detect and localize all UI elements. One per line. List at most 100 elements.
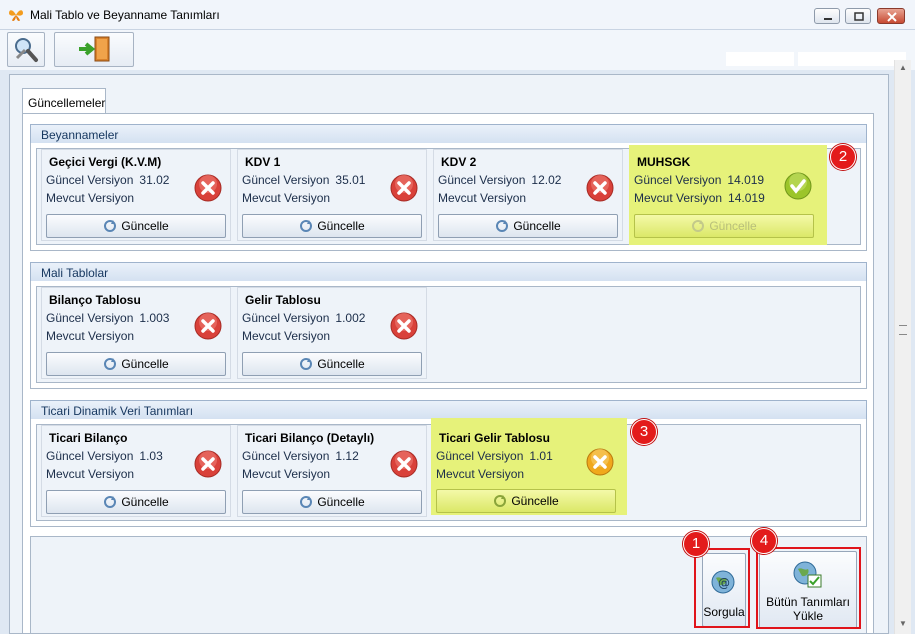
existing-version-label: Mevcut Versiyon (242, 329, 331, 343)
current-version-value: 31.02 (139, 173, 170, 187)
window-title: Mali Tablo ve Beyanname Tanımları (30, 8, 220, 22)
current-version-row: Güncel Versiyon 1.12 (242, 449, 359, 463)
card-gelir-tablosu: Gelir Tablosu Güncel Versiyon 1.002 Mevcu… (237, 287, 427, 379)
card-bilanco-tablosu: Bilanço Tablosu Güncel Versiyon 1.003 Mev… (41, 287, 231, 379)
current-version-value: 14.019 (727, 173, 765, 187)
callout-box-1 (694, 548, 750, 628)
update-button[interactable]: Güncelle (46, 214, 226, 238)
update-label: Güncelle (121, 219, 169, 233)
existing-version-row: Mevcut Versiyon (436, 467, 530, 481)
existing-version-row: Mevcut Versiyon 14.019 (634, 191, 765, 205)
update-button[interactable]: Güncelle (46, 352, 226, 376)
update-label: Güncelle (511, 494, 559, 508)
current-version-row: Güncel Versiyon 1.002 (242, 311, 365, 325)
card-ticari-bilanco: Ticari Bilanço Güncel Versiyon 1.03 Mevcu… (41, 425, 231, 517)
callout-badge-4: 4 (751, 528, 777, 554)
existing-version-label: Mevcut Versiyon (46, 191, 135, 205)
warning-cross-icon (586, 448, 614, 476)
update-label: Güncelle (317, 495, 365, 509)
update-label: Güncelle (317, 357, 365, 371)
current-version-label: Güncel Versiyon (46, 311, 134, 325)
error-icon (194, 174, 222, 202)
existing-version-row: Mevcut Versiyon (242, 329, 336, 343)
section-header-mali-tablolar: Mali Tablolar (30, 262, 867, 282)
minimize-icon (815, 9, 839, 23)
existing-version-label: Mevcut Versiyon (436, 467, 525, 481)
existing-version-row: Mevcut Versiyon (242, 467, 336, 481)
existing-version-label: Mevcut Versiyon (46, 467, 135, 481)
callout-badge-2: 2 (830, 144, 856, 170)
existing-version-value: 14.019 (728, 191, 765, 205)
scroll-up-icon[interactable]: ▲ (898, 64, 908, 72)
update-label: Güncelle (709, 219, 757, 233)
error-icon (390, 450, 418, 478)
existing-version-label: Mevcut Versiyon (46, 329, 135, 343)
minimize-button[interactable] (814, 8, 840, 24)
update-button[interactable]: Güncelle (242, 214, 422, 238)
current-version-row: Güncel Versiyon 14.019 (634, 173, 764, 187)
current-version-value: 1.01 (529, 449, 553, 463)
error-icon (194, 450, 222, 478)
wrench-magnifier-icon (15, 38, 38, 62)
current-version-row: Güncel Versiyon 1.003 (46, 311, 169, 325)
card-title: Gelir Tablosu (245, 293, 321, 307)
update-button[interactable]: Güncelle (634, 214, 814, 238)
butterfly-app-icon (9, 10, 23, 21)
error-icon (194, 312, 222, 340)
current-version-label: Güncel Versiyon (242, 449, 330, 463)
close-button[interactable] (877, 8, 905, 24)
tab-guncellemeler[interactable]: Güncellemeler (22, 88, 106, 114)
card-title: Ticari Gelir Tablosu (439, 431, 550, 445)
update-button[interactable]: Güncelle (436, 489, 616, 513)
existing-version-label: Mevcut Versiyon (242, 467, 331, 481)
current-version-row: Güncel Versiyon 12.02 (438, 173, 561, 187)
scroll-down-icon[interactable]: ▼ (898, 620, 908, 628)
error-icon (390, 174, 418, 202)
vertical-scrollbar[interactable]: ▲ ▼ (894, 60, 911, 634)
current-version-row: Güncel Versiyon 1.03 (46, 449, 163, 463)
update-button[interactable]: Güncelle (242, 352, 422, 376)
update-button[interactable]: Güncelle (46, 490, 226, 514)
update-label: Güncelle (121, 357, 169, 371)
update-label: Güncelle (513, 219, 561, 233)
card-muhsgk: MUHSGK Güncel Versiyon 14.019 Mevcut Vers… (629, 145, 827, 245)
current-version-label: Güncel Versiyon (46, 173, 134, 187)
card-title: Bilanço Tablosu (49, 293, 141, 307)
card-title: KDV 1 (245, 155, 281, 169)
error-icon (586, 174, 614, 202)
update-label: Güncelle (317, 219, 365, 233)
card-gecici-vergi: Geçici Vergi (K.V.M) Güncel Versiyon 31.0… (41, 149, 231, 241)
maximize-icon (846, 9, 870, 23)
maximize-button[interactable] (845, 8, 871, 24)
existing-version-label: Mevcut Versiyon (242, 191, 331, 205)
current-version-label: Güncel Versiyon (242, 173, 330, 187)
card-ticari-gelir-tablosu: Ticari Gelir Tablosu Güncel Versiyon 1.01… (431, 418, 627, 515)
current-version-value: 1.12 (335, 449, 359, 463)
update-button[interactable]: Güncelle (438, 214, 618, 238)
current-version-value: 35.01 (335, 173, 366, 187)
current-version-label: Güncel Versiyon (242, 311, 330, 325)
toolbar (0, 30, 915, 70)
settings-tool-button[interactable] (7, 32, 45, 67)
existing-version-label: Mevcut Versiyon (634, 191, 723, 205)
section-header-ticari-dinamik: Ticari Dinamik Veri Tanımları (30, 400, 867, 420)
update-button[interactable]: Güncelle (242, 490, 422, 514)
exit-tool-button[interactable] (54, 32, 134, 67)
error-icon (390, 312, 418, 340)
current-version-value: 12.02 (531, 173, 562, 187)
section-mali-tablolar: Bilanço Tablosu Güncel Versiyon 1.003 Mev… (30, 281, 867, 389)
current-version-label: Güncel Versiyon (634, 173, 722, 187)
section-header-beyannameler: Beyannameler (30, 124, 867, 144)
refresh-icon (494, 495, 507, 507)
current-version-row: Güncel Versiyon 35.01 (242, 173, 365, 187)
refresh-icon (104, 358, 117, 370)
status-strip (726, 52, 794, 66)
callout-badge-3: 3 (631, 419, 657, 445)
exit-door-icon (79, 36, 110, 62)
refresh-icon (300, 496, 313, 508)
refresh-icon (104, 220, 117, 232)
card-title: KDV 2 (441, 155, 477, 169)
scroll-grip[interactable] (899, 325, 907, 335)
refresh-icon (300, 358, 313, 370)
callout-badge-1: 1 (683, 531, 709, 557)
